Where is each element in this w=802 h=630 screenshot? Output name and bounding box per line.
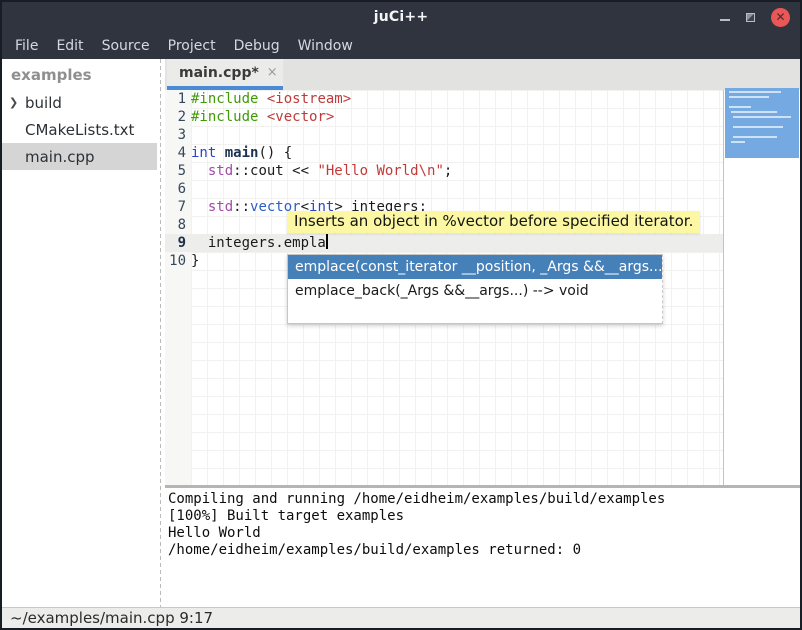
minimap-code-line (729, 96, 769, 98)
code-segment (216, 145, 224, 161)
code-line-1[interactable]: 1#include <iostream> (165, 90, 723, 108)
tabbar: main.cpp* × (165, 59, 800, 90)
code-text: #include <vector> (191, 108, 334, 126)
minimap[interactable] (723, 90, 800, 485)
minimap-code-line (733, 126, 783, 128)
line-number: 9 (165, 234, 191, 252)
close-button[interactable]: ✕ (771, 8, 790, 27)
line-number: 6 (165, 180, 191, 198)
code-text: integers.empla (191, 234, 326, 252)
code-line-6[interactable]: 6 (165, 180, 723, 198)
code-segment: <vector> (267, 109, 334, 125)
completion-item-1[interactable]: emplace_back(_Args &&__args...) --> void (288, 279, 662, 303)
menu-item-file[interactable]: File (6, 35, 47, 57)
code-segment: <iostream> (267, 91, 351, 107)
text-cursor (326, 234, 328, 249)
code-line-4[interactable]: 4int main() { (165, 144, 723, 162)
menu-item-debug[interactable]: Debug (225, 35, 289, 57)
code-segment (191, 199, 208, 215)
code-segment: #include (191, 91, 258, 107)
line-number: 7 (165, 198, 191, 216)
code-segment: #include (191, 109, 258, 125)
code-segment (258, 109, 266, 125)
sidebar-item-cmakelists-txt[interactable]: CMakeLists.txt (2, 116, 157, 143)
line-number: 1 (165, 90, 191, 108)
status-file-position: ~/examples/main.cpp 9:17 (10, 609, 213, 627)
code-segment (258, 91, 266, 107)
tab-close-icon[interactable]: × (267, 66, 278, 79)
code-segment: integers.empla (191, 235, 326, 251)
minimap-code-line (733, 136, 777, 138)
minimap-viewport[interactable] (725, 88, 799, 158)
line-number: 5 (165, 162, 191, 180)
menubar: FileEditSourceProjectDebugWindow (2, 32, 800, 59)
code-segment: :: (233, 199, 250, 215)
output-line-1: [100%] Built target examples (168, 508, 800, 525)
line-number: 2 (165, 108, 191, 126)
statusbar: ~/examples/main.cpp 9:17 (2, 607, 800, 628)
file-tree-sidebar: examples ❯build CMakeLists.txt main.cpp (2, 59, 157, 607)
code-segment: int (191, 145, 216, 161)
titlebar[interactable]: juCi++ ✕ (2, 2, 800, 32)
code-editor[interactable]: 1#include <iostream>2#include <vector>34… (165, 90, 723, 485)
minimap-code-line (731, 111, 777, 113)
file-tree: ❯build CMakeLists.txt main.cpp (2, 89, 157, 170)
code-text: std::cout << "Hello World\n"; (191, 162, 452, 180)
minimap-code-line (729, 106, 751, 108)
tree-item-label: main.cpp (25, 148, 95, 166)
restore-button[interactable] (746, 13, 755, 22)
code-segment: () { (258, 145, 292, 161)
code-line-5[interactable]: 5 std::cout << "Hello World\n"; (165, 162, 723, 180)
code-text: #include <iostream> (191, 90, 351, 108)
line-number: 8 (165, 216, 191, 234)
code-text: } (191, 252, 199, 270)
tree-item-label: CMakeLists.txt (25, 121, 134, 139)
code-segment: main (225, 145, 259, 161)
output-line-2: Hello World (168, 525, 800, 542)
output-line-0: Compiling and running /home/eidheim/exam… (168, 491, 800, 508)
line-number: 10 (165, 252, 191, 270)
code-line-3[interactable]: 3 (165, 126, 723, 144)
minimap-code-line (733, 116, 791, 118)
menu-item-edit[interactable]: Edit (47, 35, 92, 57)
tree-item-label: build (25, 94, 62, 112)
tab-label: main.cpp* (179, 65, 259, 81)
code-segment: std (208, 199, 233, 215)
sidebar-item-build[interactable]: ❯build (2, 89, 157, 116)
code-segment: ; (444, 163, 452, 179)
minimap-code-line (729, 91, 781, 93)
code-segment: ::cout << (233, 163, 317, 179)
menu-item-window[interactable]: Window (289, 35, 362, 57)
output-line-3: /home/eidheim/examples/build/examples re… (168, 542, 800, 559)
code-segment: "Hello World\n" (317, 163, 443, 179)
window-controls: ✕ (720, 2, 790, 32)
minimize-button[interactable] (720, 19, 730, 21)
window-title: juCi++ (374, 9, 429, 25)
code-segment: std (208, 163, 233, 179)
code-line-9[interactable]: 9 integers.empla (165, 234, 723, 252)
app-window: juCi++ ✕ FileEditSourceProjectDebugWindo… (0, 0, 802, 630)
line-number: 3 (165, 126, 191, 144)
completion-popup: emplace(const_iterator __position, _Args… (287, 254, 663, 324)
close-icon: ✕ (775, 11, 785, 23)
project-name-header: examples (2, 59, 157, 89)
code-segment (191, 163, 208, 179)
completion-item-0[interactable]: emplace(const_iterator __position, _Args… (288, 255, 662, 279)
tab-main-cpp[interactable]: main.cpp* × (167, 59, 283, 90)
doc-tooltip: Inserts an object in %vector before spec… (287, 211, 700, 233)
code-rows: 1#include <iostream>2#include <vector>34… (165, 90, 723, 270)
build-output-panel[interactable]: Compiling and running /home/eidheim/exam… (165, 488, 800, 607)
chevron-right-icon[interactable]: ❯ (9, 96, 25, 109)
sidebar-splitter[interactable] (157, 59, 165, 607)
editor-zone: 1#include <iostream>2#include <vector>34… (165, 90, 800, 485)
line-number: 4 (165, 144, 191, 162)
sidebar-item-main-cpp[interactable]: main.cpp (2, 143, 157, 170)
code-segment: } (191, 253, 199, 269)
code-text: int main() { (191, 144, 292, 162)
menu-item-source[interactable]: Source (93, 35, 159, 57)
code-line-2[interactable]: 2#include <vector> (165, 108, 723, 126)
minimap-code-line (731, 141, 745, 143)
menu-item-project[interactable]: Project (159, 35, 225, 57)
